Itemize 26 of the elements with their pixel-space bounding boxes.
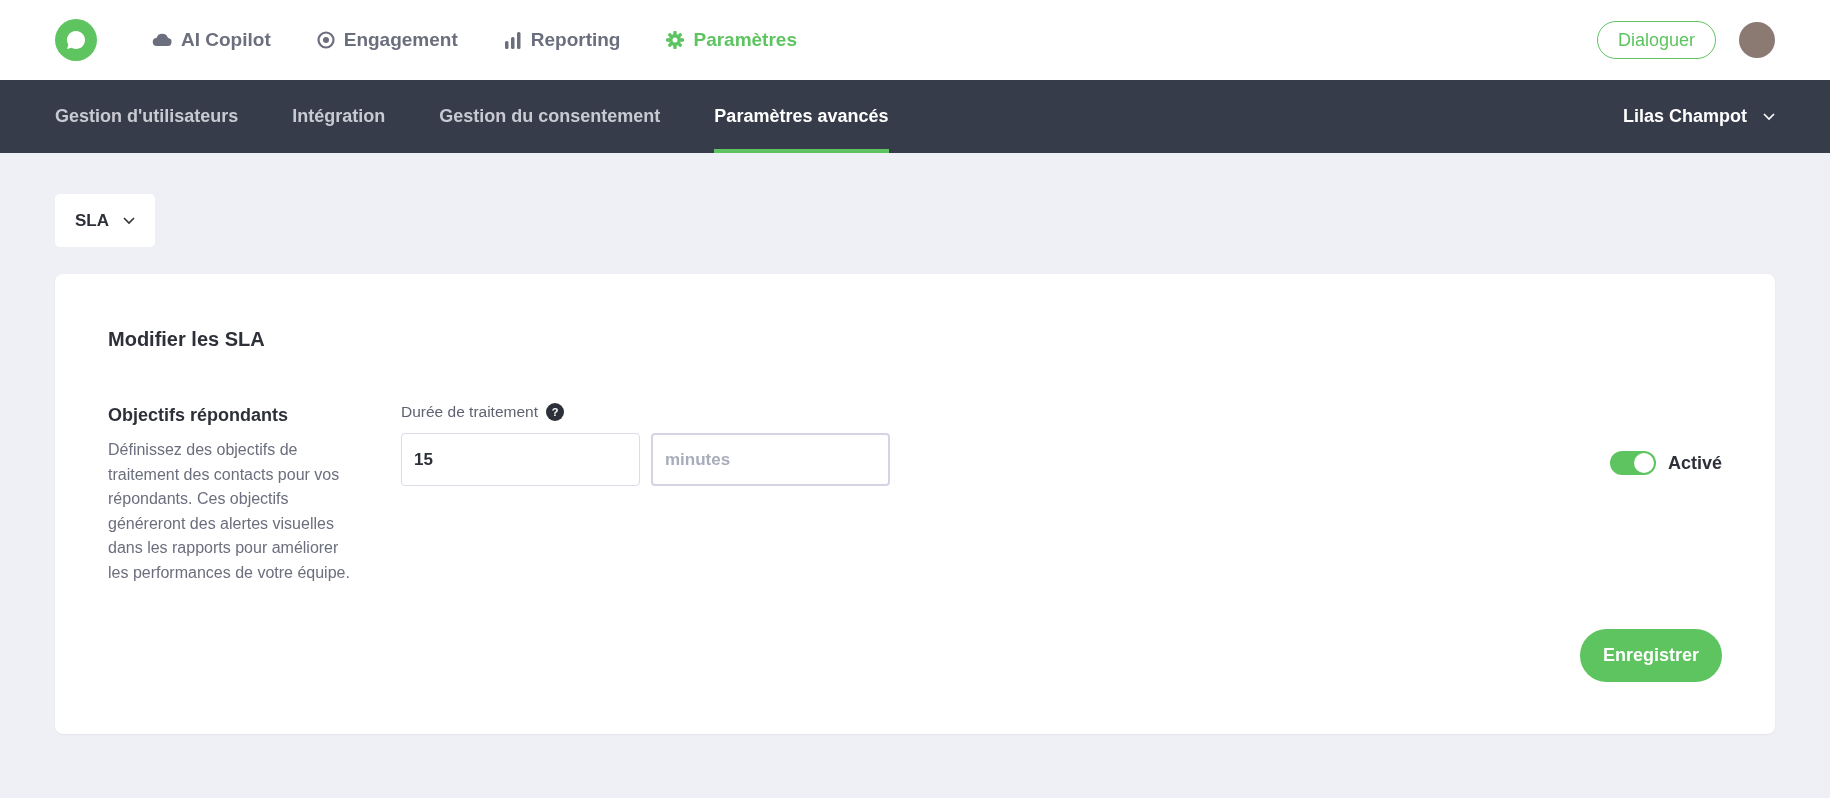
toggle-switch[interactable] <box>1609 451 1656 475</box>
user-menu[interactable]: Lilas Champot <box>1623 80 1775 153</box>
chat-bubble-logo-icon[interactable] <box>55 19 97 61</box>
section-description: Définissez des objectifs de traitement des contacts pour vos répondants. Ces objectifs généreront des alertes visuelles dans les rapports pour améliorer les performances de votre équipe. <box>108 440 351 583</box>
sub-nav-tab[interactable]: Gestion d'utilisateurs <box>55 80 239 153</box>
cloud-icon <box>152 32 172 48</box>
unit-input[interactable]: minutes <box>651 433 890 486</box>
toggle-label: Activé <box>1667 452 1722 474</box>
sub-nav-tab[interactable]: Intégration <box>292 80 386 153</box>
top-nav-link[interactable]: Reporting <box>503 29 621 51</box>
top-nav-link[interactable]: AI Copilot <box>152 29 271 51</box>
section-title: Objectifs répondants <box>108 405 290 426</box>
sub-nav-tab[interactable]: Paramètres avancés <box>714 80 889 153</box>
bar-chart-icon <box>503 31 522 49</box>
field-label: Durée de traitement <box>401 403 538 421</box>
help-icon[interactable]: ? <box>546 403 564 421</box>
top-nav-link[interactable]: Engagement <box>316 29 458 51</box>
settings-icon <box>666 31 685 49</box>
card-title: Modifier les SLA <box>108 328 266 351</box>
section-dropdown[interactable]: SLA <box>55 194 155 247</box>
target-icon <box>316 31 335 49</box>
avatar-icon[interactable] <box>1739 22 1775 58</box>
chevron-down-icon <box>1763 112 1775 121</box>
duration-input[interactable]: 15 <box>401 433 640 486</box>
chevron-down-icon <box>123 216 135 225</box>
sub-nav-tab[interactable]: Gestion du consentement <box>439 80 661 153</box>
